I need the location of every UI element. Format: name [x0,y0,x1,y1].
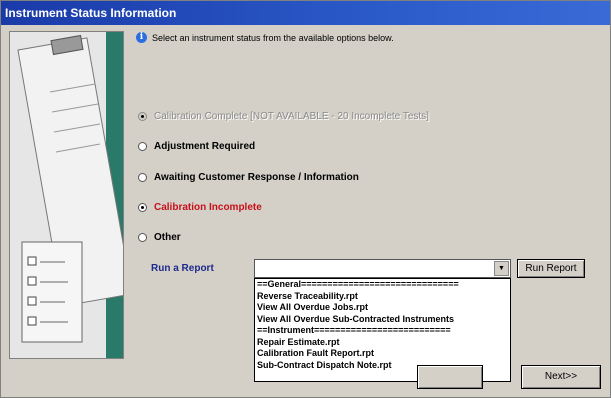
option-adjustment-required[interactable]: Adjustment Required [138,141,255,152]
list-item[interactable]: Repair Estimate.rpt [255,337,510,349]
window-title: Instrument Status Information [1,1,610,25]
chevron-down-icon[interactable]: ▼ [494,261,509,276]
radio-button[interactable] [138,142,147,151]
option-awaiting-customer-response[interactable]: Awaiting Customer Response / Information [138,172,359,183]
option-label: Adjustment Required [154,141,256,152]
list-item[interactable]: ==General============================== [255,279,510,291]
option-label: Calibration Incomplete [154,202,262,213]
report-select[interactable]: ▼ [254,259,511,278]
radio-button[interactable] [138,112,147,121]
clipboard-illustration [10,32,123,358]
instruction-text: Select an instrument status from the ava… [152,32,394,43]
side-illustration [9,31,124,359]
option-calibration-incomplete[interactable]: Calibration Incomplete [138,202,262,213]
option-calibration-complete[interactable]: Calibration Complete [NOT AVAILABLE - 20… [138,111,429,122]
list-item[interactable]: View All Overdue Jobs.rpt [255,302,510,314]
run-report-label: Run a Report [151,263,214,274]
info-icon: i [136,32,147,43]
back-button[interactable] [417,365,483,389]
next-button[interactable]: Next>> [521,365,601,389]
radio-button[interactable] [138,173,147,182]
instrument-status-dialog: Instrument Status Information i Select a… [0,0,611,398]
option-other[interactable]: Other [138,232,181,243]
instruction-row: i Select an instrument status from the a… [136,32,394,43]
list-item[interactable]: Calibration Fault Report.rpt [255,348,510,360]
list-item[interactable]: Reverse Traceability.rpt [255,291,510,303]
run-report-button[interactable]: Run Report [517,259,585,278]
list-item[interactable]: ==Instrument========================== [255,325,510,337]
option-label: Other [154,232,181,243]
radio-button[interactable] [138,233,147,242]
radio-button[interactable] [138,203,147,212]
option-label: Awaiting Customer Response / Information [154,172,359,183]
option-label: Calibration Complete [NOT AVAILABLE - 20… [154,111,429,122]
list-item[interactable]: View All Overdue Sub-Contracted Instrume… [255,314,510,326]
